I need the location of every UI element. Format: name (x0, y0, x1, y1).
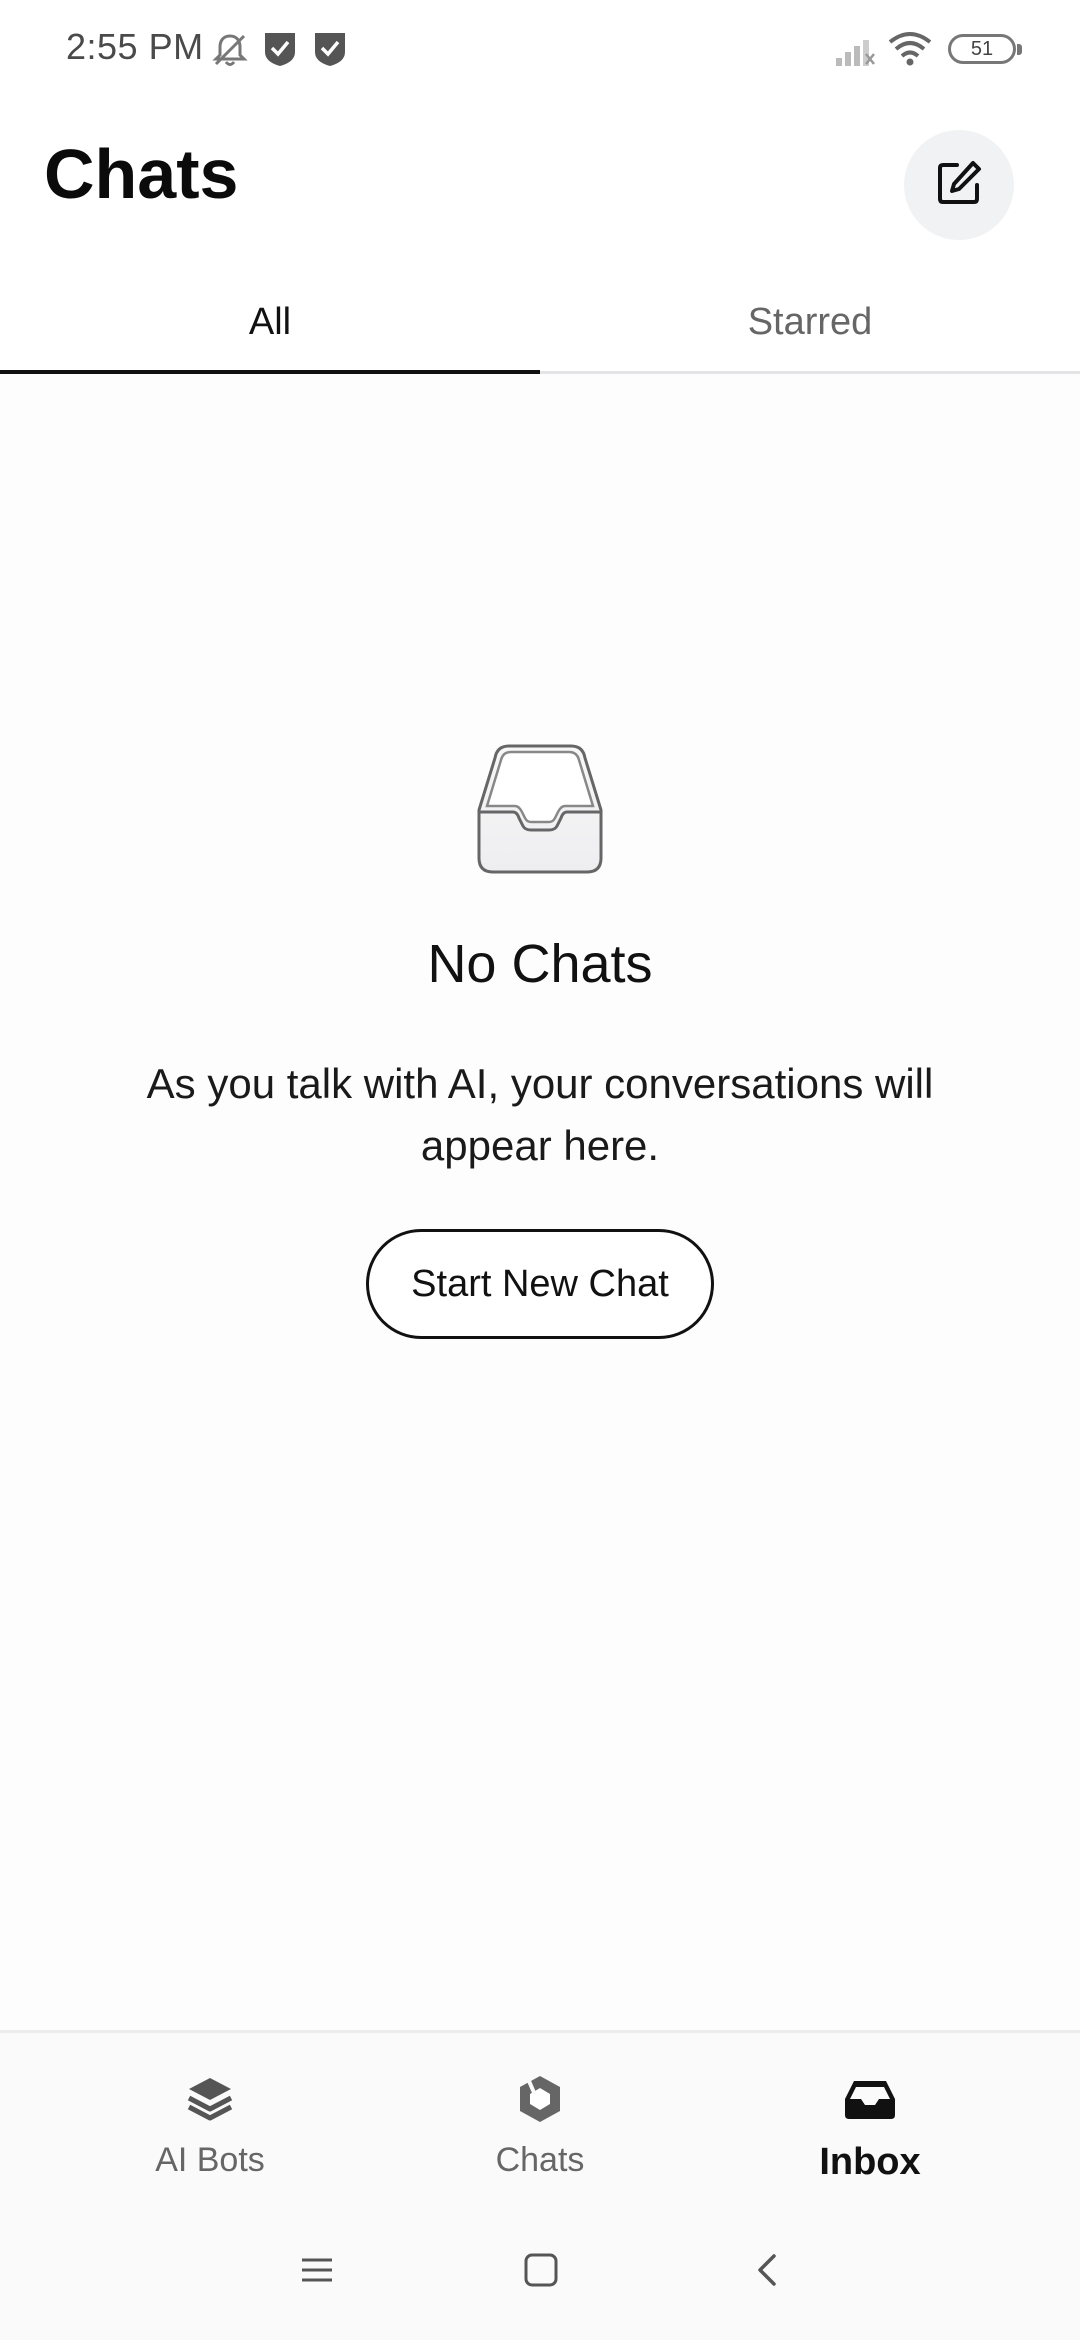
shield-icon (312, 30, 348, 73)
nav-label-inbox: Inbox (819, 2141, 921, 2183)
nav-label-chats: Chats (495, 2141, 585, 2179)
nav-inbox[interactable]: Inbox (690, 2033, 1050, 2223)
status-bar: 2:55 PM 51 (0, 0, 1080, 100)
compose-button[interactable] (904, 130, 1014, 240)
nav-label-ai-bots: AI Bots (155, 2141, 265, 2179)
inbox-icon (842, 2071, 898, 2127)
layers-icon (185, 2071, 235, 2127)
signal-icon (834, 34, 876, 71)
inbox-tray-icon (465, 740, 615, 885)
home-icon[interactable] (521, 2250, 561, 2295)
bell-off-icon (210, 30, 250, 75)
tab-starred[interactable]: Starred (540, 270, 1080, 374)
status-time: 2:55 PM (66, 26, 204, 67)
bottom-nav: AI Bots Chats Inbox (0, 2030, 1080, 2220)
wifi-icon (886, 30, 934, 73)
header: Chats (0, 100, 1080, 270)
hexagon-icon (515, 2071, 565, 2127)
tab-all[interactable]: All (0, 270, 540, 374)
tab-indicator (0, 370, 540, 374)
empty-title: No Chats (427, 934, 653, 994)
empty-state: No Chats As you talk with AI, your conve… (0, 740, 1080, 1339)
menu-icon[interactable] (298, 2250, 336, 2295)
battery-icon: 51 (948, 34, 1022, 64)
nav-ai-bots[interactable]: AI Bots (30, 2033, 390, 2223)
system-nav (0, 2220, 1080, 2340)
screen: 2:55 PM 51 Chats All Starred No Chats As… (0, 0, 1080, 2340)
back-icon[interactable] (752, 2250, 782, 2295)
empty-description: As you talk with AI, your conversations … (146, 1060, 934, 1169)
nav-chats[interactable]: Chats (360, 2033, 720, 2223)
tab-bar: All Starred (0, 270, 1080, 374)
shield-icon (262, 30, 298, 73)
start-new-chat-button[interactable]: Start New Chat (366, 1229, 714, 1339)
compose-icon (935, 159, 983, 212)
page-title: Chats (44, 135, 239, 213)
